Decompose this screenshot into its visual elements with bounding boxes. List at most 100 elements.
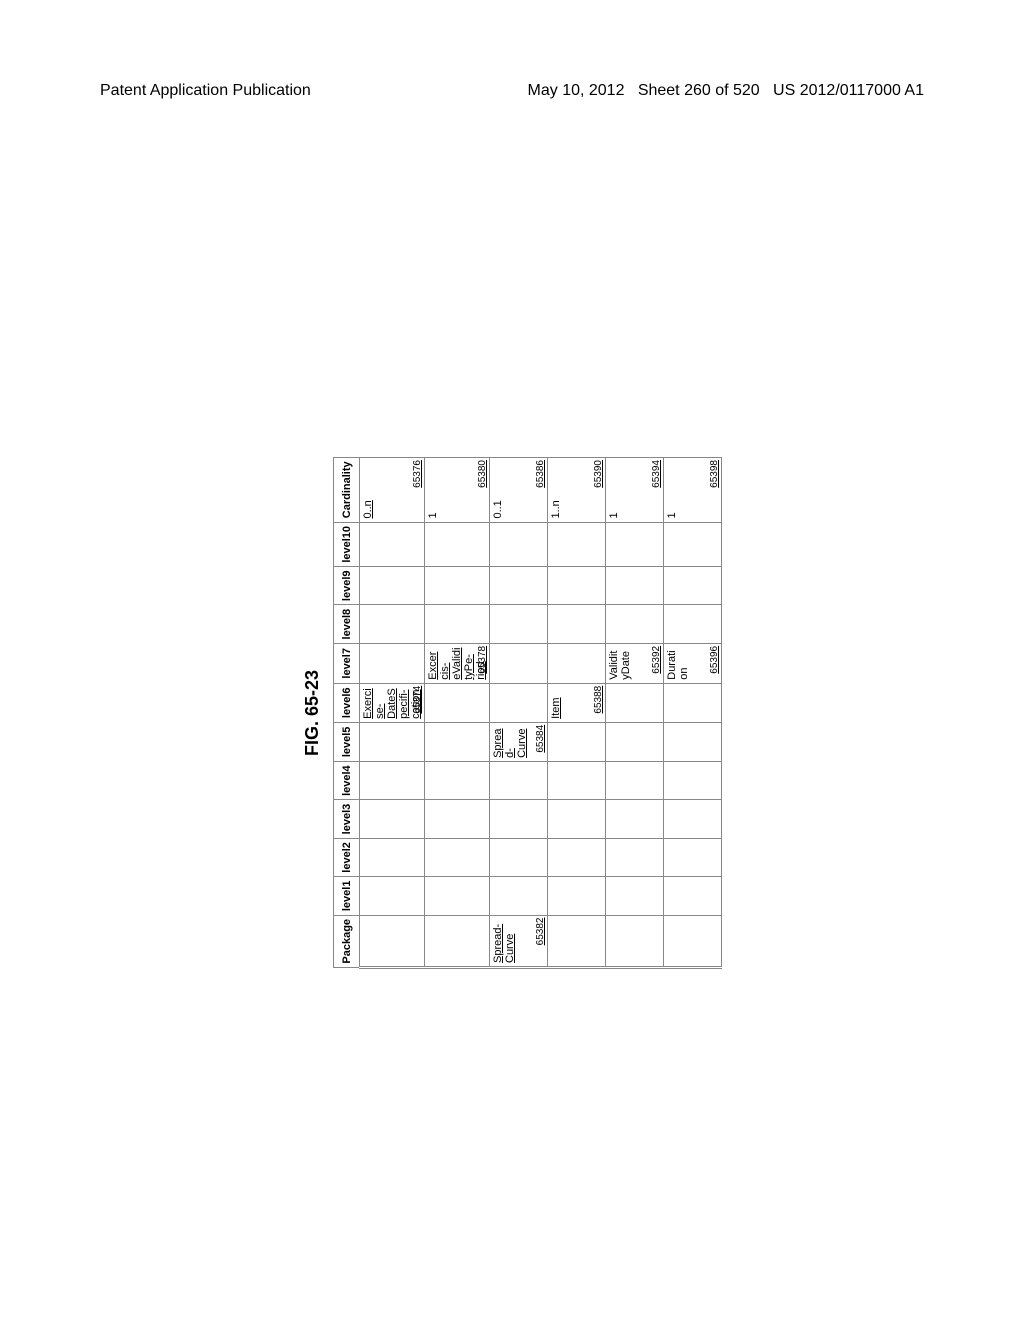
cell xyxy=(360,643,425,683)
cell xyxy=(490,643,548,683)
cell xyxy=(664,722,722,761)
col-level1: level1 xyxy=(334,876,360,914)
cell xyxy=(425,800,490,838)
cell-package: Spread-Curve 65382 xyxy=(490,915,548,967)
table-row: Exercise-DateSpecifi-cation 65374 0..n 6… xyxy=(360,457,425,967)
cell xyxy=(490,683,548,722)
cell xyxy=(490,800,548,838)
cell xyxy=(548,722,606,761)
cell xyxy=(548,761,606,799)
cell xyxy=(490,566,548,604)
cell-cardinality: 0..n 65376 xyxy=(360,457,425,522)
cell xyxy=(425,522,490,567)
figure-container: FIG. 65-23 Package level1 level2 level3 … xyxy=(302,457,722,969)
ref-number: 65394 xyxy=(651,460,662,488)
col-cardinality: Cardinality xyxy=(334,457,360,522)
col-level7: level7 xyxy=(334,643,360,683)
ref-number: 65378 xyxy=(477,646,488,674)
col-level2: level2 xyxy=(334,838,360,876)
cell xyxy=(548,800,606,838)
cell xyxy=(664,566,722,604)
cell xyxy=(548,838,606,876)
cell xyxy=(360,566,425,604)
cell xyxy=(360,605,425,643)
cell xyxy=(548,522,606,567)
cell xyxy=(606,838,664,876)
cell-cardinality: 1 65394 xyxy=(606,457,664,522)
cell xyxy=(548,643,606,683)
data-table: Package level1 level2 level3 level4 leve… xyxy=(333,457,722,969)
cell xyxy=(360,800,425,838)
header-right: May 10, 2012 Sheet 260 of 520 US 2012/01… xyxy=(528,82,924,100)
col-level6: level6 xyxy=(334,683,360,722)
cell-level5: Spread-Curve 65384 xyxy=(490,722,548,761)
ref-number: 65392 xyxy=(651,646,662,674)
cell xyxy=(606,722,664,761)
cell-cardinality: 1 65380 xyxy=(425,457,490,522)
cell xyxy=(490,876,548,914)
cell xyxy=(360,761,425,799)
cell xyxy=(360,522,425,567)
col-level8: level8 xyxy=(334,605,360,643)
cell xyxy=(425,876,490,914)
ref-number: 65384 xyxy=(535,725,546,753)
header-date: May 10, 2012 xyxy=(528,82,625,99)
table-header-row: Package level1 level2 level3 level4 leve… xyxy=(334,457,360,967)
header-sheet: Sheet 260 of 520 xyxy=(638,82,760,99)
cell xyxy=(425,605,490,643)
cell xyxy=(425,761,490,799)
cell-cardinality: 1..n 65390 xyxy=(548,457,606,522)
table-row: Excercis-eValidityPe-riod 65378 1 65380 xyxy=(425,457,490,967)
col-level3: level3 xyxy=(334,800,360,838)
cell-package xyxy=(548,915,606,967)
cell-level7: Duration 65396 xyxy=(664,643,722,683)
cell xyxy=(490,838,548,876)
cell-cardinality: 0..1 65386 xyxy=(490,457,548,522)
cell xyxy=(360,722,425,761)
cell xyxy=(490,605,548,643)
cell xyxy=(606,683,664,722)
cell xyxy=(490,761,548,799)
col-package: Package xyxy=(334,915,360,967)
ref-number: 65380 xyxy=(477,460,488,488)
cell xyxy=(606,761,664,799)
page-header: Patent Application Publication May 10, 2… xyxy=(0,82,1024,100)
cell xyxy=(548,876,606,914)
cell xyxy=(606,605,664,643)
cell xyxy=(360,876,425,914)
figure-label: FIG. 65-23 xyxy=(302,670,323,756)
ref-number: 65382 xyxy=(535,917,546,945)
header-left: Patent Application Publication xyxy=(100,82,311,100)
cell xyxy=(490,522,548,567)
col-level4: level4 xyxy=(334,761,360,799)
ref-number: 65390 xyxy=(593,460,604,488)
header-pubno: US 2012/0117000 A1 xyxy=(773,82,924,99)
cell xyxy=(664,605,722,643)
table-row: Item 65388 1..n 65390 xyxy=(548,457,606,967)
cell-cardinality: 1 65398 xyxy=(664,457,722,522)
table-row: ValidityDate 65392 1 65394 xyxy=(606,457,664,967)
col-level9: level9 xyxy=(334,566,360,604)
cell-package xyxy=(664,915,722,967)
cell xyxy=(606,566,664,604)
ref-number: 65374 xyxy=(412,686,423,714)
cell xyxy=(664,683,722,722)
cell-package xyxy=(360,915,425,967)
ref-number: 65396 xyxy=(709,646,720,674)
cell xyxy=(664,761,722,799)
ref-number: 65398 xyxy=(709,460,720,488)
cell xyxy=(360,838,425,876)
cell xyxy=(425,566,490,604)
cell xyxy=(606,522,664,567)
ref-number: 65376 xyxy=(412,460,423,488)
cell xyxy=(606,876,664,914)
cell-level7: Excercis-eValidityPe-riod 65378 xyxy=(425,643,490,683)
ref-number: 65386 xyxy=(535,460,546,488)
cell xyxy=(425,838,490,876)
col-level10: level10 xyxy=(334,522,360,567)
cell-package xyxy=(606,915,664,967)
table-row: Duration 65396 1 65398 xyxy=(664,457,722,967)
ref-number: 65388 xyxy=(593,686,604,714)
cell xyxy=(664,800,722,838)
cell-package xyxy=(425,915,490,967)
